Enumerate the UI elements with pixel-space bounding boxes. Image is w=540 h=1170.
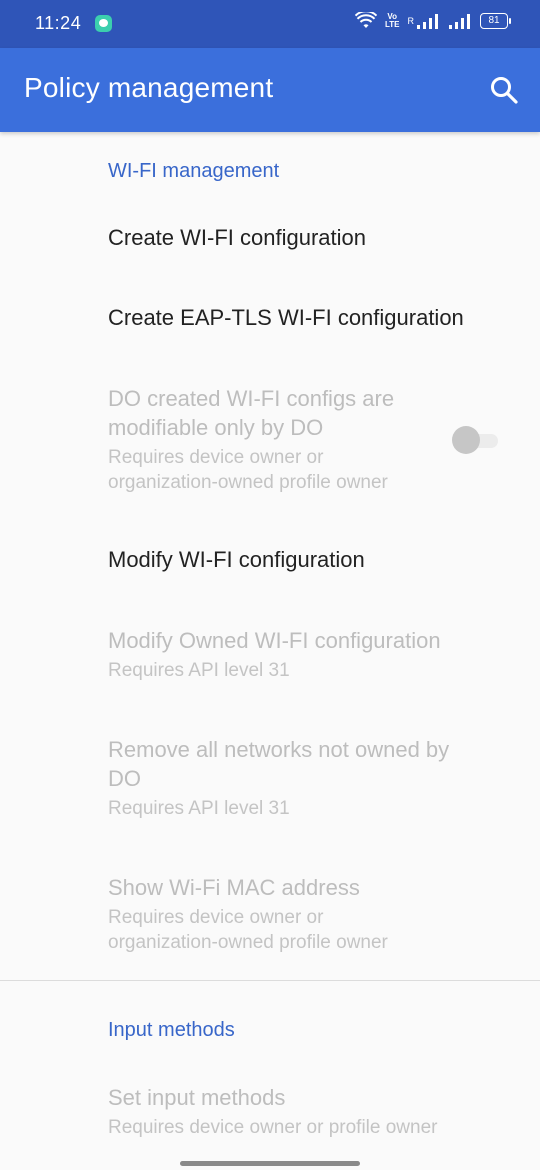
cell-signal-1-icon [417,14,438,29]
wifi-icon [354,12,377,28]
pref-modify-owned-wifi-config: Modify Owned WI-FI configuration [108,628,441,653]
category-wifi-management: WI-FI management [108,160,280,182]
battery-level: 81 [488,15,500,26]
pref-modify-wifi-config[interactable]: Modify WI-FI configuration [108,545,498,574]
wifi-lockdown-toggle [452,426,500,454]
search-icon[interactable] [488,74,520,106]
status-bar: 11:24 Vo LTE R 81 [0,0,540,48]
pref-create-wifi-config[interactable]: Create WI-FI configuration [108,223,498,252]
roaming-indicator: R [407,16,415,26]
pref-create-eap-tls-wifi-config[interactable]: Create EAP-TLS WI-FI configuration [108,303,498,332]
category-input-methods: Input methods [108,1019,235,1041]
pref-do-wifi-configs-lockdown-summary: Requires device owner or organization-ow… [108,447,388,493]
pref-show-wifi-mac-address-summary: Requires device owner or organization-ow… [108,907,388,953]
pref-do-wifi-configs-lockdown: DO created WI-FI configs are modifiable … [108,386,395,440]
status-icons: Vo LTE R 81 [354,12,511,30]
battery-icon: 81 [480,13,511,29]
chat-notification-icon [95,15,112,32]
cell-signal-2-icon [449,14,470,29]
pref-modify-owned-wifi-config-summary: Requires API level 31 [108,660,290,681]
pref-show-wifi-mac-address: Show Wi-Fi MAC address [108,875,360,900]
pref-remove-not-owned-networks-summary: Requires API level 31 [108,798,290,819]
pref-set-input-methods-summary: Requires device owner or profile owner [108,1117,438,1138]
status-time: 11:24 [35,13,82,33]
gesture-nav-handle[interactable] [180,1161,360,1166]
pref-set-input-methods: Set input methods [108,1085,286,1110]
section-divider [0,980,540,981]
page-title: Policy management [24,72,274,103]
app-bar: Policy management [0,48,540,132]
pref-remove-not-owned-networks: Remove all networks not owned by DO [108,737,450,791]
toggle-thumb [452,426,480,454]
volte-icon: Vo LTE [384,12,400,29]
